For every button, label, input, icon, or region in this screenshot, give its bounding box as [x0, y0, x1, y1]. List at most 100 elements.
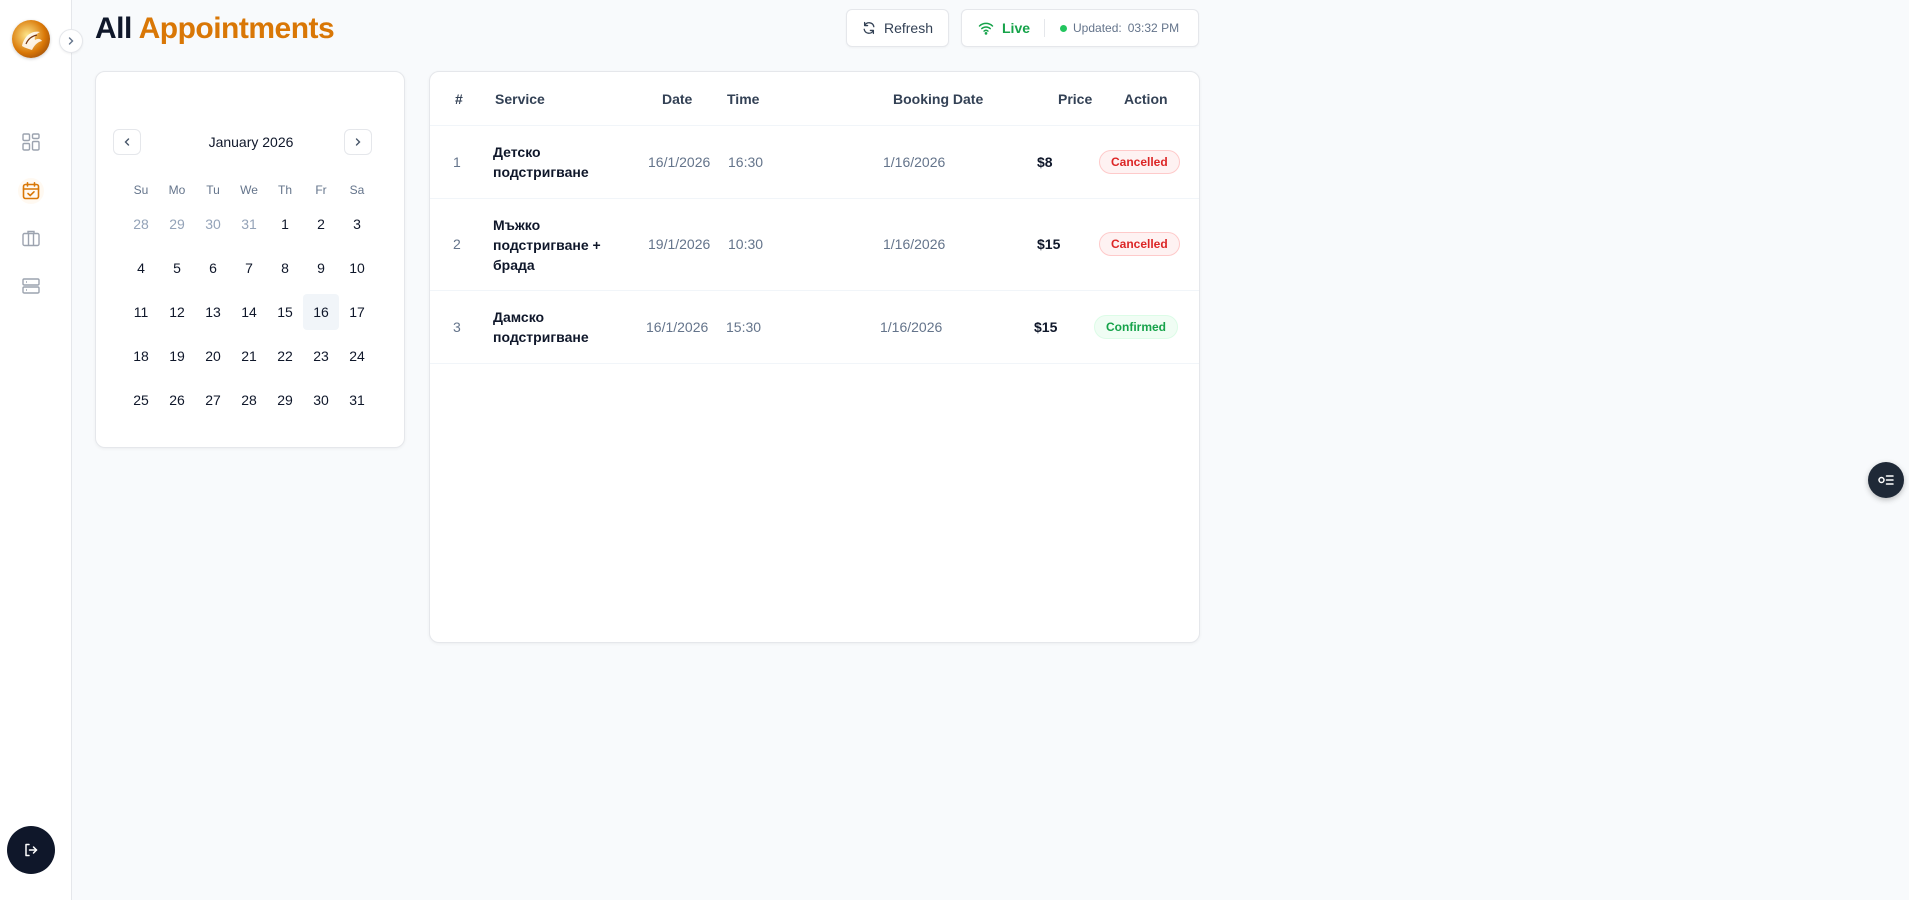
calendar-day[interactable]: 17	[339, 294, 375, 330]
row-price: $15	[1034, 319, 1058, 335]
calendar: January 2026 Su Mo Tu We Th Fr Sa 28 29 30 31 1 2 3 4…	[95, 71, 405, 448]
calendar-day[interactable]: 4	[123, 250, 159, 286]
briefcase-icon[interactable]	[19, 226, 43, 250]
calendar-day-today[interactable]: 16	[303, 294, 339, 330]
calendar-day[interactable]: 11	[123, 294, 159, 330]
status-badge[interactable]: Confirmed	[1094, 315, 1178, 339]
calendar-day[interactable]: 22	[267, 338, 303, 374]
row-service: Мъжко подстригване + брада	[493, 217, 601, 273]
wifi-icon	[978, 22, 994, 35]
header-action[interactable]: Action	[1124, 91, 1168, 107]
calendar-check-icon[interactable]	[19, 179, 43, 203]
row-booking-date: 1/16/2026	[883, 236, 946, 252]
calendar-day[interactable]: 31	[339, 382, 375, 418]
calendar-day[interactable]: 29	[267, 382, 303, 418]
calendar-days-grid: 28 29 30 31 1 2 3 4 5 6 7 8 9 10 11 12 13 14 15 16 17 18 19 20 2…	[123, 206, 375, 426]
calendar-day[interactable]: 8	[267, 250, 303, 286]
header-price[interactable]: Price	[1058, 91, 1092, 107]
calendar-day[interactable]: 14	[231, 294, 267, 330]
calendar-next-button[interactable]	[344, 129, 372, 155]
row-service: Дамско подстригване	[493, 309, 589, 345]
calendar-day-outside[interactable]: 30	[195, 206, 231, 242]
calendar-weekdays: Su Mo Tu We Th Fr Sa	[123, 183, 375, 197]
chevron-right-icon	[355, 138, 361, 146]
refresh-button[interactable]: Refresh	[846, 9, 949, 47]
row-time: 16:30	[728, 154, 764, 170]
calendar-day[interactable]: 26	[159, 382, 195, 418]
table-header: # Service Date Time Booking Date Price A…	[430, 72, 1199, 126]
calendar-day[interactable]: 19	[159, 338, 195, 374]
status-dot	[1060, 24, 1067, 32]
live-indicator: Live	[962, 20, 1044, 36]
calendar-day[interactable]: 20	[195, 338, 231, 374]
dashboard-grid-icon[interactable]	[19, 130, 43, 154]
page-title-part2: Appointments	[138, 12, 335, 45]
logout-button[interactable]	[7, 826, 55, 874]
calendar-day[interactable]: 2	[303, 206, 339, 242]
weekday-label: Su	[133, 183, 149, 197]
calendar-day[interactable]: 24	[339, 338, 375, 374]
row-booking-date: 1/16/2026	[880, 319, 943, 335]
table-row[interactable]: 1 Детско подстригване 16/1/2026 16:30 1/…	[430, 126, 1199, 199]
calendar-day[interactable]: 5	[159, 250, 195, 286]
row-service: Детско подстригване	[493, 144, 589, 180]
status-badge[interactable]: Cancelled	[1099, 150, 1180, 174]
server-stack-icon[interactable]	[19, 274, 43, 298]
page-title: All Appointments	[95, 12, 335, 46]
weekday-label: Sa	[349, 183, 365, 197]
calendar-day[interactable]: 1	[267, 206, 303, 242]
calendar-day[interactable]: 7	[231, 250, 267, 286]
weekday-label: We	[240, 183, 258, 197]
row-time: 15:30	[726, 319, 762, 335]
calendar-day-outside[interactable]: 31	[231, 206, 267, 242]
row-price: $15	[1037, 236, 1061, 252]
filter-toggle-icon	[1878, 475, 1894, 485]
logout-icon	[25, 843, 38, 857]
calendar-day[interactable]: 21	[231, 338, 267, 374]
sidebar	[0, 0, 72, 900]
calendar-day[interactable]: 27	[195, 382, 231, 418]
row-date: 19/1/2026	[648, 236, 711, 252]
row-number: 2	[453, 236, 461, 252]
header-booking-date[interactable]: Booking Date	[893, 91, 983, 107]
header-date[interactable]: Date	[662, 91, 692, 107]
calendar-day[interactable]: 23	[303, 338, 339, 374]
row-number: 1	[453, 154, 461, 170]
weekday-label: Th	[277, 183, 292, 197]
table-row[interactable]: 2 Мъжко подстригване + брада 19/1/2026 1…	[430, 199, 1199, 291]
page-title-part1: All	[95, 12, 132, 45]
table-row[interactable]: 3 Дамско подстригване 16/1/2026 15:30 1/…	[430, 291, 1199, 364]
header-time[interactable]: Time	[727, 91, 759, 107]
weekday-label: Tu	[206, 183, 220, 197]
updated-label: Updated:	[1073, 21, 1122, 35]
calendar-day[interactable]: 3	[339, 206, 375, 242]
calendar-day-outside[interactable]: 29	[159, 206, 195, 242]
calendar-day[interactable]: 28	[231, 382, 267, 418]
calendar-day[interactable]: 6	[195, 250, 231, 286]
status-badge[interactable]: Cancelled	[1099, 232, 1180, 256]
updated-time: 03:32 PM	[1127, 21, 1180, 35]
calendar-day[interactable]: 13	[195, 294, 231, 330]
live-label: Live	[1002, 20, 1031, 36]
row-time: 10:30	[728, 236, 764, 252]
calendar-day[interactable]: 15	[267, 294, 303, 330]
row-price: $8	[1037, 154, 1053, 170]
row-number: 3	[453, 319, 461, 335]
weekday-label: Fr	[315, 183, 327, 197]
calendar-day-outside[interactable]: 28	[123, 206, 159, 242]
calendar-day[interactable]: 10	[339, 250, 375, 286]
brand-logo[interactable]	[12, 20, 50, 58]
header-service[interactable]: Service	[495, 91, 545, 107]
row-date: 16/1/2026	[646, 319, 709, 335]
header-num[interactable]: #	[455, 91, 463, 107]
row-date: 16/1/2026	[648, 154, 711, 170]
filter-widget-button[interactable]	[1868, 462, 1904, 498]
weekday-label: Mo	[168, 183, 186, 197]
calendar-day[interactable]: 25	[123, 382, 159, 418]
sidebar-toggle-button[interactable]	[59, 29, 83, 53]
calendar-day[interactable]: 12	[159, 294, 195, 330]
chevron-right-icon	[68, 37, 74, 45]
calendar-day[interactable]: 9	[303, 250, 339, 286]
calendar-day[interactable]: 18	[123, 338, 159, 374]
calendar-day[interactable]: 30	[303, 382, 339, 418]
